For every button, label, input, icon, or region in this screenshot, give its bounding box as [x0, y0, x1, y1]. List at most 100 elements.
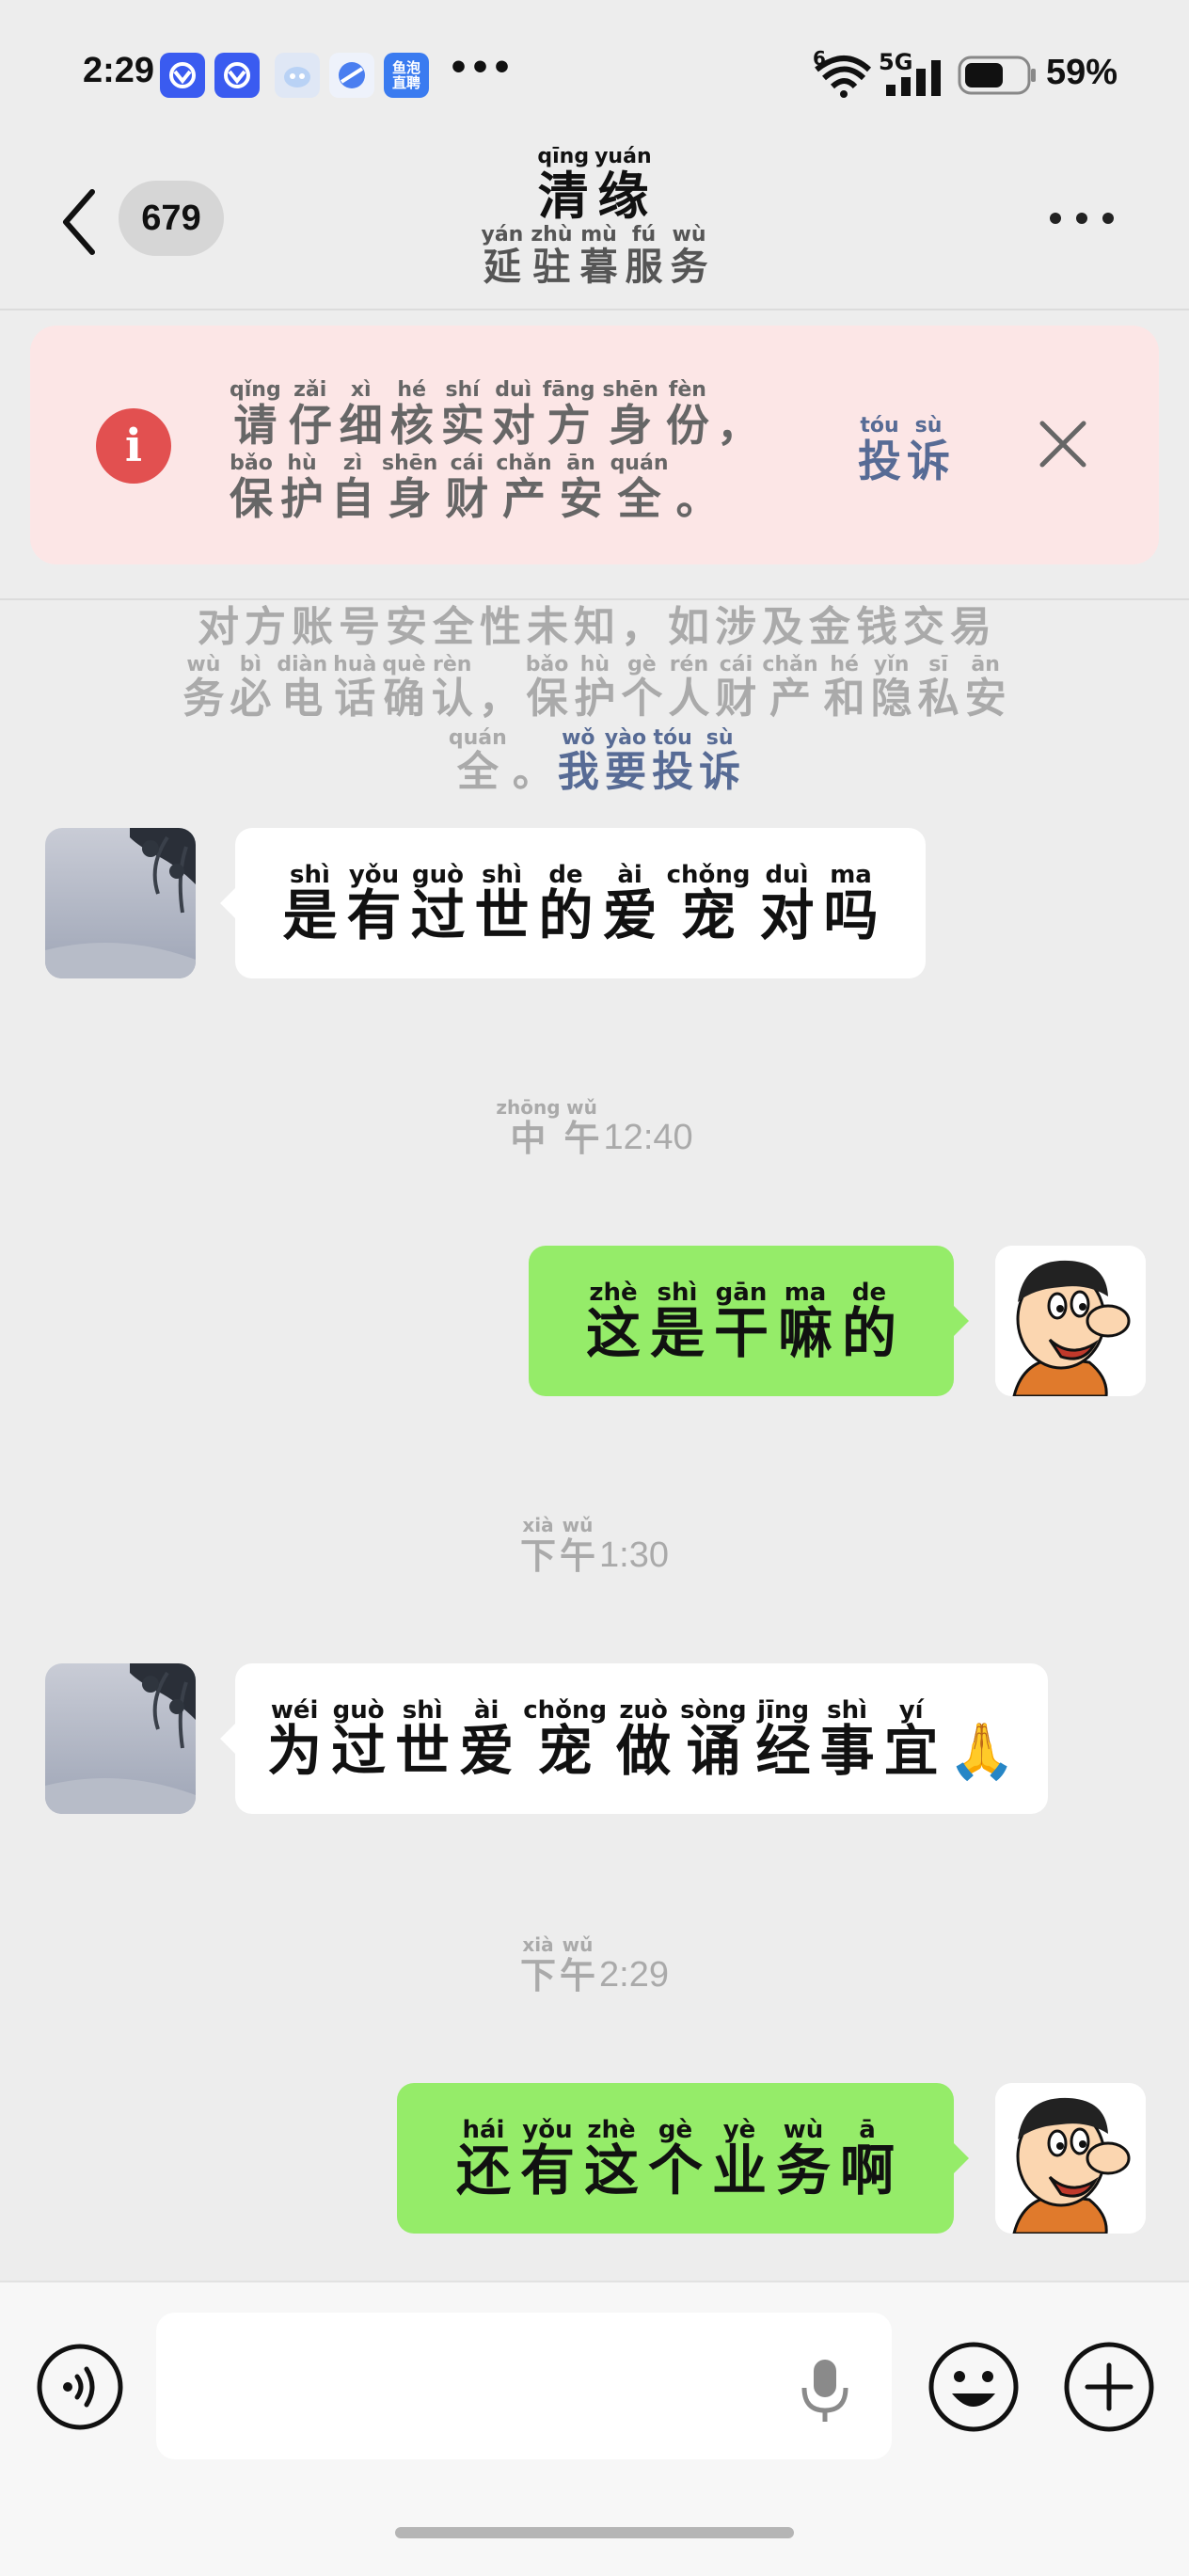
hanzi: 产: [769, 675, 812, 724]
hanzi: 这: [585, 1300, 641, 1365]
contact-avatar[interactable]: [45, 1663, 196, 1814]
report-link[interactable]: wǒ 我 yào 要 tóu 投 sù 诉: [558, 726, 740, 794]
emoji-icon[interactable]: [927, 2341, 1020, 2433]
contact-avatar[interactable]: [45, 828, 196, 978]
hanzi: 干: [713, 1300, 769, 1365]
ruby-char: 。: [675, 452, 719, 522]
ruby-char: sù 诉: [699, 726, 740, 794]
ruby-char: zǎi 仔: [289, 378, 332, 448]
unread-count-badge[interactable]: 679: [119, 181, 224, 256]
hanzi: 世: [395, 1718, 451, 1783]
ruby-char: gè 个: [621, 653, 662, 721]
ruby-char: shì 是: [650, 1280, 705, 1362]
ruby-char: ā啊: [840, 2118, 895, 2200]
hanzi: 是: [649, 1300, 705, 1365]
pinyin: wù: [672, 222, 706, 246]
message-timestamp: zhōng 中 wǔ 午 12:40: [0, 1091, 1189, 1157]
warning-line-2: bǎo 保 hù 护 zì 自 shēn 身 cái 财 chǎn 产 ān 安 quán 全 。: [230, 452, 794, 521]
home-indicator[interactable]: [395, 2527, 794, 2538]
hanzi: 业: [712, 2138, 768, 2202]
ruby-char: què 确: [382, 653, 425, 721]
hanzi: 过: [331, 1718, 387, 1783]
hanzi: 下: [520, 1534, 557, 1578]
pinyin: yán: [481, 222, 524, 246]
hanzi: 保: [230, 473, 273, 525]
hanzi: 下: [520, 1954, 557, 1997]
hanzi: 我: [557, 748, 599, 797]
system-safety-notice: 对 方 账 号 安 全 性 未 知 ， 如 涉 及 金 钱 交 易 wù 务 bì 必…: [94, 581, 1095, 795]
my-avatar[interactable]: [995, 2083, 1146, 2234]
more-options-icon[interactable]: [1042, 198, 1121, 235]
yupao-app-icon: 鱼泡 直聘: [384, 53, 429, 98]
hanzi: 投: [652, 748, 694, 797]
message-timestamp: xià 下 wǔ 午 1:30: [0, 1509, 1189, 1575]
message-text: hái 还 yǒu 有 zhè 这 gè 个 yè 业 wù 务 ā 啊: [456, 2118, 895, 2200]
ruby-char: shēn 身: [603, 378, 658, 448]
hanzi: 个: [647, 2138, 703, 2202]
hanzi: 和: [823, 675, 865, 724]
hanzi: 产: [501, 473, 546, 525]
hanzi: 服: [625, 244, 663, 289]
hanzi: 这: [583, 2138, 639, 2202]
ruby-char: guò 过: [411, 863, 466, 945]
hanzi: 话: [334, 675, 376, 724]
bubble-tail: [954, 1306, 969, 1336]
close-icon[interactable]: [1038, 420, 1087, 469]
hanzi: 私: [917, 675, 959, 724]
received-message-bubble[interactable]: wéi 为 guò 过 shì 世 ài 爱 chǒng 宠 zuò 做 sòng 诵 jīng 经 shì 事 y…: [220, 1663, 1048, 1814]
ruby-char: fāng 方: [543, 378, 595, 448]
hanzi: 宜: [883, 1718, 939, 1783]
battery-percent: 59%: [1046, 53, 1118, 92]
hanzi: 号: [339, 603, 380, 651]
ruby-char: ān 安: [965, 653, 1007, 721]
back-arrow-icon[interactable]: [56, 184, 102, 260]
sent-message-bubble[interactable]: hái 还 yǒu 有 zhè 这 gè 个 yè 业 wù 务 ā 啊: [397, 2083, 969, 2234]
ruby-char: yǐn 隐: [871, 653, 912, 721]
received-message-bubble[interactable]: shì 是 yǒu 有 guò 过 shì 世 de 的 ài 爱 chǒng 宠 duì 对 ma 吗: [220, 828, 926, 978]
microphone-icon[interactable]: [800, 2358, 850, 2424]
hanzi: 对: [491, 400, 535, 451]
hanzi: 请: [233, 400, 277, 451]
hanzi: 全: [456, 748, 499, 797]
ruby-char: sī 私: [918, 653, 959, 721]
hanzi: 全: [433, 603, 474, 651]
timestamp-period: xià 下 wǔ 午: [520, 1513, 595, 1575]
hanzi: 缘: [597, 166, 649, 226]
notice-divider: [0, 598, 1189, 600]
complain-button[interactable]: tóu 投 sù 诉: [858, 414, 950, 484]
notice-line-3-text: quán 全 。: [449, 726, 554, 794]
hanzi: 吗: [823, 883, 879, 947]
ruby-char: yán 延: [482, 223, 524, 287]
ruby-char: qǐng 请: [230, 378, 281, 448]
hanzi: 午: [560, 1534, 596, 1578]
ruby-char: chǒng 宠: [523, 1698, 607, 1780]
hanzi: 为: [267, 1718, 323, 1783]
message-input[interactable]: [156, 2313, 892, 2459]
hanzi: 及: [762, 603, 803, 651]
ruby-char: ma 嘛: [778, 1280, 832, 1362]
ruby-char: rén 人: [668, 653, 709, 721]
ruby-char: zhù 驻: [531, 223, 572, 287]
hanzi: 人: [668, 675, 710, 724]
ruby-char: rèn 认: [432, 653, 473, 721]
notice-line-2: wù 务 bì 必 diàn 电 huà 话 què 确 rèn 认 ， bǎo 保 hù 护 gè 个 rén 人 c…: [94, 653, 1095, 721]
ruby-char: duì 对: [759, 863, 814, 945]
hanzi: 护: [574, 675, 616, 724]
ruby-char: tóu 投: [652, 726, 693, 794]
voice-input-icon[interactable]: [36, 2343, 124, 2431]
my-avatar[interactable]: [995, 1246, 1146, 1396]
ruby-char: qīng 清: [537, 145, 589, 223]
ruby-char: zhè 这: [586, 1280, 641, 1362]
more-actions-plus-icon[interactable]: [1063, 2341, 1155, 2433]
hanzi: 务: [670, 244, 708, 289]
hanzi: 爱: [459, 1718, 515, 1783]
sent-message-bubble[interactable]: zhè 这 shì 是 gān 干 ma 嘛 de 的: [529, 1246, 969, 1396]
wifi-6-badge: 6: [813, 47, 826, 70]
battery-icon: [958, 55, 1037, 96]
hanzi: 认: [431, 675, 473, 724]
hanzi: 实: [440, 400, 484, 451]
message-text: zhè 这 shì 是 gān 干 ma 嘛 de 的: [586, 1280, 896, 1362]
signal-icon: [886, 58, 946, 96]
ruby-char: yǒu 有: [520, 2118, 575, 2200]
hanzi: 做: [616, 1718, 672, 1783]
